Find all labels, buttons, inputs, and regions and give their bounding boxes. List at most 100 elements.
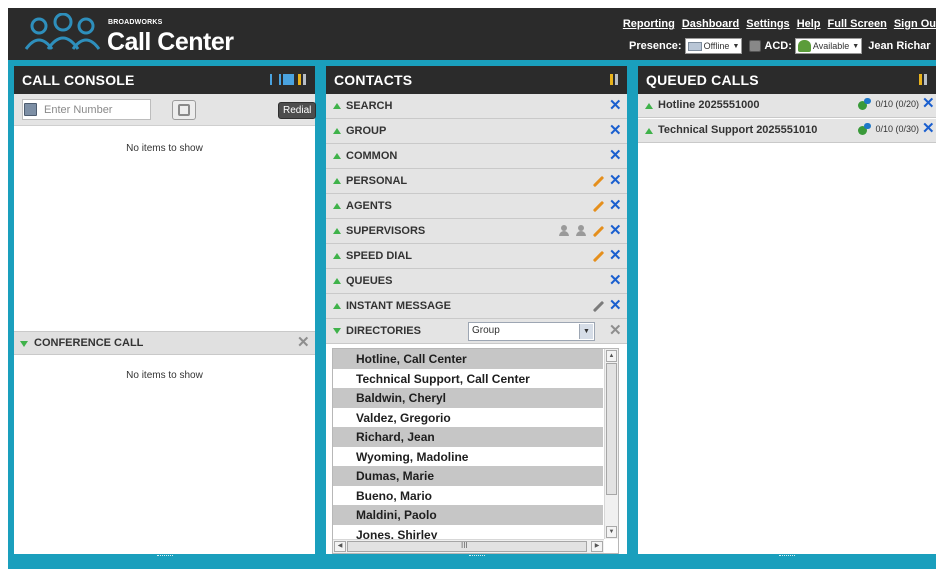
- scroll-up-icon[interactable]: ▲: [606, 350, 617, 362]
- resize-grip[interactable]: [14, 554, 315, 560]
- queue-status-icon[interactable]: [858, 97, 872, 111]
- acd-value: Available: [812, 41, 850, 51]
- user-name: Jean Richar: [868, 40, 931, 52]
- close-icon[interactable]: ✕: [609, 323, 622, 338]
- section-actions: ✕: [592, 198, 622, 213]
- pencil-icon[interactable]: [592, 225, 605, 238]
- close-icon[interactable]: ✕: [609, 223, 622, 238]
- brand-name: Call Center: [107, 28, 234, 56]
- horizontal-scroll-thumb[interactable]: III: [347, 541, 587, 552]
- acd-dropdown[interactable]: Available ▼: [794, 38, 863, 54]
- section-label: GROUP: [346, 125, 387, 137]
- wrench-icon[interactable]: [296, 73, 308, 86]
- acd-tool-icon[interactable]: [749, 40, 762, 52]
- resize-grip[interactable]: [326, 554, 627, 560]
- scroll-grip: III: [461, 541, 468, 550]
- contacts-section-personal[interactable]: PERSONAL ✕: [326, 169, 627, 194]
- queue-row[interactable]: Technical Support 2025551010 0/10 (0/30)…: [638, 119, 936, 143]
- call-console-panel: CALL CONSOLE Redial No items to show CON…: [14, 66, 317, 560]
- close-icon[interactable]: ✕: [922, 121, 935, 136]
- expand-triangle-icon: [333, 128, 341, 134]
- directory-entry[interactable]: Dumas, Marie: [333, 466, 603, 486]
- queued-calls-title-bar: QUEUED CALLS: [638, 66, 936, 94]
- close-icon[interactable]: ✕: [609, 173, 622, 188]
- queue-row[interactable]: Hotline 2025551000 0/10 (0/20) ✕: [638, 94, 936, 118]
- close-icon[interactable]: ✕: [922, 96, 935, 111]
- contacts-tools: [608, 73, 620, 86]
- call-console-empty-text: No items to show: [126, 143, 203, 154]
- call-center-app: BROADWORKS Call Center Reporting Dashboa…: [8, 8, 936, 569]
- pencil-icon[interactable]: [592, 250, 605, 263]
- dashboard-link[interactable]: Dashboard: [682, 18, 739, 30]
- horizontal-scrollbar[interactable]: ◀ III ▶: [333, 539, 604, 553]
- queue-name: Hotline 2025551000: [658, 99, 760, 111]
- close-icon[interactable]: ✕: [609, 248, 622, 263]
- notes-icon[interactable]: [283, 74, 294, 85]
- pencil-icon[interactable]: [592, 200, 605, 213]
- settings-link[interactable]: Settings: [746, 18, 789, 30]
- acd-label: ACD:: [764, 40, 792, 52]
- reporting-link[interactable]: Reporting: [623, 18, 675, 30]
- wrench-icon[interactable]: [608, 73, 620, 86]
- directory-entry[interactable]: Technical Support, Call Center: [333, 369, 603, 389]
- directory-entry[interactable]: Wyoming, Madoline: [333, 447, 603, 467]
- contacts-section-search[interactable]: SEARCH ✕: [326, 94, 627, 119]
- supervisor-settings-icon[interactable]: [575, 225, 588, 237]
- close-icon[interactable]: ✕: [609, 298, 622, 313]
- top-header: BROADWORKS Call Center Reporting Dashboa…: [8, 8, 936, 60]
- chevron-down-icon[interactable]: ▼: [579, 324, 593, 339]
- presence-dropdown[interactable]: Offline ▼: [684, 38, 743, 54]
- pencil-icon[interactable]: [592, 300, 605, 313]
- contacts-section-common[interactable]: COMMON ✕: [326, 144, 627, 169]
- close-icon[interactable]: ✕: [609, 98, 622, 113]
- queue-count: 0/10 (0/20): [875, 99, 919, 109]
- transfer-icon[interactable]: [270, 74, 281, 85]
- full-screen-link[interactable]: Full Screen: [828, 18, 887, 30]
- directory-filter-select[interactable]: Group ▼: [468, 322, 595, 341]
- queued-calls-title: QUEUED CALLS: [646, 72, 759, 88]
- directory-entry[interactable]: Valdez, Gregorio: [333, 408, 603, 428]
- close-icon[interactable]: ✕: [609, 198, 622, 213]
- scroll-right-icon[interactable]: ▶: [591, 541, 603, 552]
- expand-triangle-icon: [333, 203, 341, 209]
- contacts-title-bar: CONTACTS: [326, 66, 627, 94]
- sign-out-link[interactable]: Sign Ou: [894, 18, 936, 30]
- close-icon[interactable]: ✕: [609, 123, 622, 138]
- contacts-section-directories[interactable]: DIRECTORIES Group ▼ ✕: [326, 319, 627, 344]
- directory-entry[interactable]: Maldini, Paolo: [333, 505, 603, 525]
- resize-grip[interactable]: [638, 554, 936, 560]
- directory-entry[interactable]: Bueno, Mario: [333, 486, 603, 506]
- directory-entry[interactable]: Baldwin, Cheryl: [333, 388, 603, 408]
- contacts-section-supervisors[interactable]: SUPERVISORS ✕: [326, 219, 627, 244]
- scroll-down-icon[interactable]: ▼: [606, 526, 617, 538]
- wrench-icon[interactable]: [917, 73, 929, 86]
- contacts-section-instant-message[interactable]: INSTANT MESSAGE ✕: [326, 294, 627, 319]
- section-actions: ✕: [609, 148, 622, 163]
- pencil-icon[interactable]: [592, 175, 605, 188]
- contacts-section-agents[interactable]: AGENTS ✕: [326, 194, 627, 219]
- vertical-scroll-thumb[interactable]: [606, 363, 617, 495]
- address-book-icon[interactable]: [24, 103, 37, 116]
- contacts-section-queues[interactable]: QUEUES ✕: [326, 269, 627, 294]
- close-icon[interactable]: ✕: [609, 148, 622, 163]
- grip-dots-icon: [779, 555, 795, 557]
- queued-calls-panel: QUEUED CALLS Hotline 2025551000 0/10 (0/…: [638, 66, 936, 560]
- queue-status-icon[interactable]: [858, 122, 872, 136]
- help-link[interactable]: Help: [797, 18, 821, 30]
- section-label: AGENTS: [346, 200, 392, 212]
- call-console-tools: [270, 73, 308, 86]
- enter-number-input[interactable]: [22, 99, 151, 120]
- scroll-left-icon[interactable]: ◀: [334, 541, 346, 552]
- directory-entry[interactable]: Richard, Jean: [333, 427, 603, 447]
- add-supervisor-icon[interactable]: [558, 225, 571, 237]
- close-icon[interactable]: ✕: [297, 335, 310, 350]
- redial-button[interactable]: Redial: [278, 102, 317, 119]
- vertical-scrollbar[interactable]: ▲ ▼: [604, 349, 618, 539]
- close-icon[interactable]: ✕: [609, 273, 622, 288]
- contacts-section-speed-dial[interactable]: SPEED DIAL ✕: [326, 244, 627, 269]
- dial-button[interactable]: [172, 100, 196, 120]
- section-actions: ✕: [609, 123, 622, 138]
- directory-entry[interactable]: Hotline, Call Center: [333, 349, 603, 369]
- contacts-section-group[interactable]: GROUP ✕: [326, 119, 627, 144]
- conference-call-header[interactable]: CONFERENCE CALL ✕: [14, 331, 315, 355]
